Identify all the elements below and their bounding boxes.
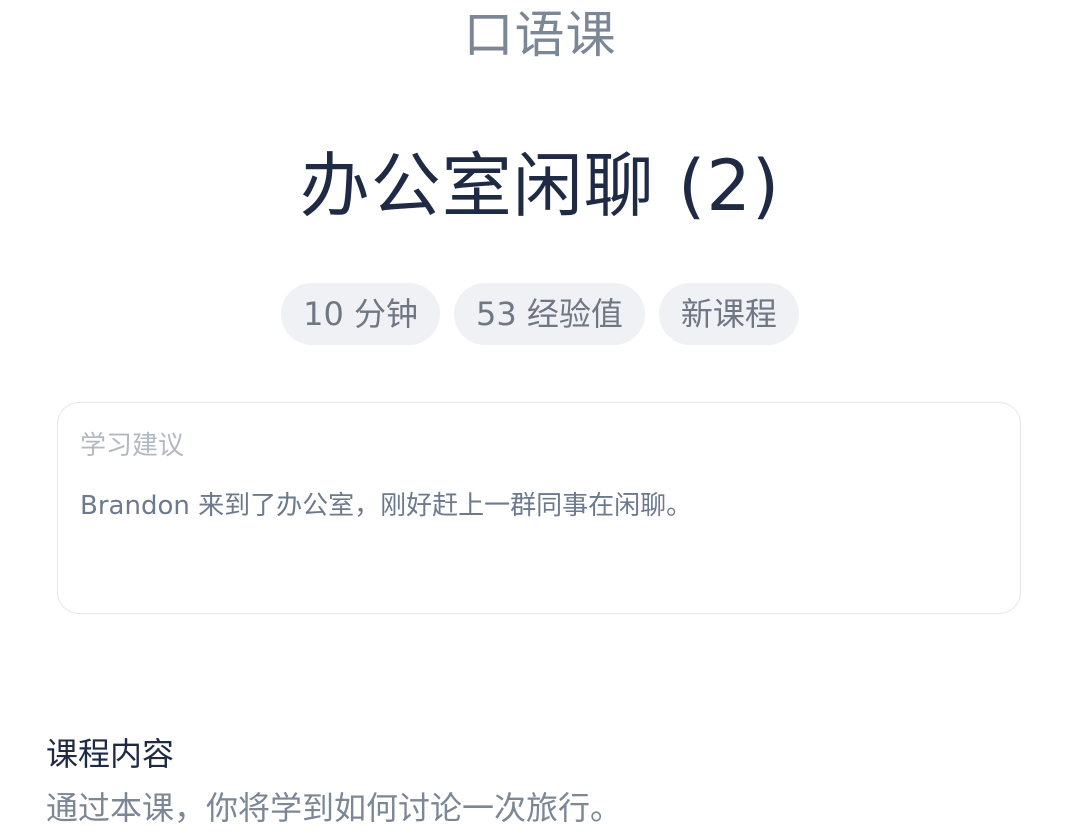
study-tip-card: 学习建议 Brandon 来到了办公室，刚好赶上一群同事在闲聊。 (57, 402, 1021, 614)
lesson-title: 办公室闲聊 (2) (299, 145, 781, 227)
course-content-body: 通过本课，你将学到如何讨论一次旅行。 (46, 789, 623, 827)
study-tip-body: Brandon 来到了办公室，刚好赶上一群同事在闲聊。 (80, 491, 693, 521)
course-content-heading: 课程内容 (46, 735, 175, 773)
category-label: 口语课 (463, 6, 617, 64)
study-tip-heading: 学习建议 (80, 431, 185, 461)
xp-tag: 53 经验值 (453, 283, 645, 345)
lesson-tags: 10 分钟 53 经验值 新课程 (0, 283, 1080, 345)
new-course-tag: 新课程 (658, 283, 799, 345)
duration-tag: 10 分钟 (281, 283, 440, 345)
